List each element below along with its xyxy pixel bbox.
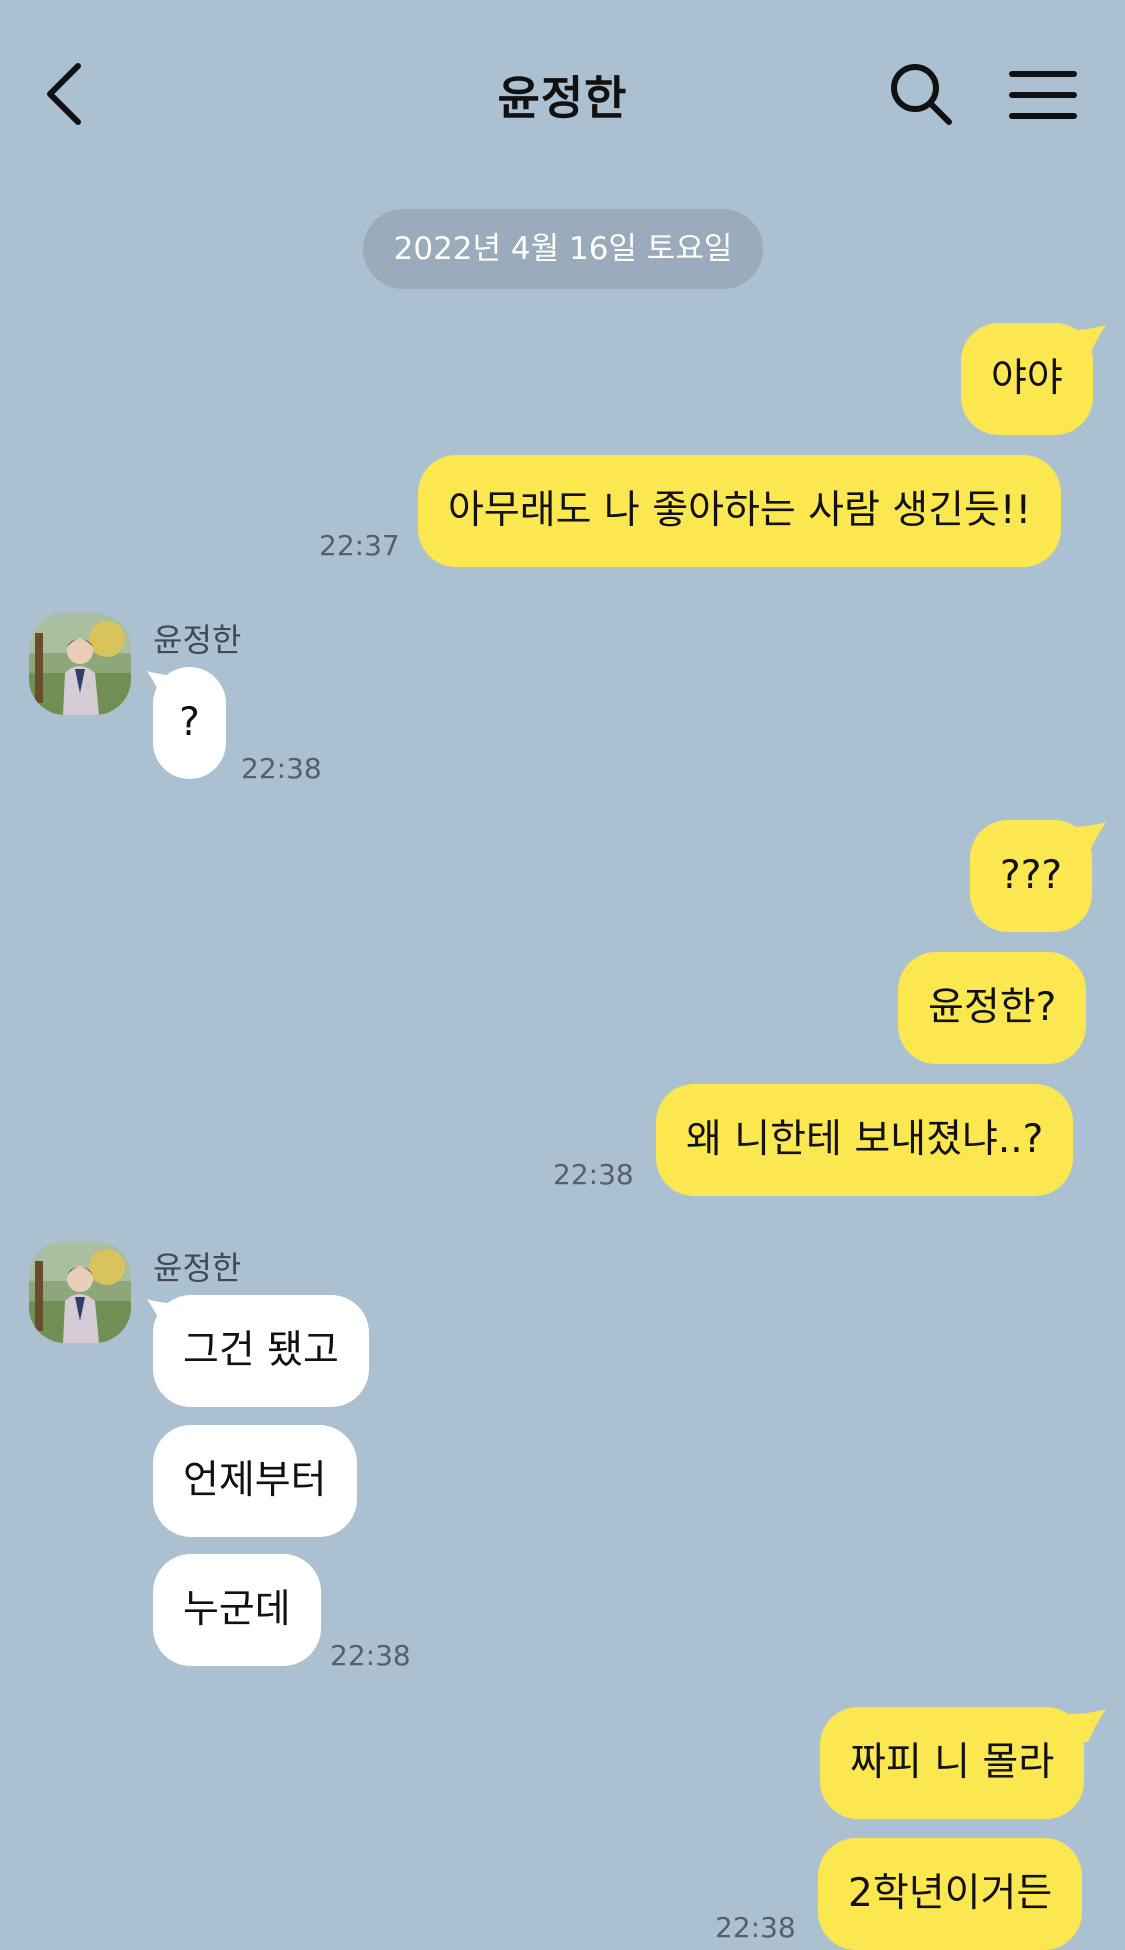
message-timestamp: 22:38 bbox=[715, 1911, 796, 1944]
menu-button[interactable] bbox=[1002, 60, 1082, 130]
message-timestamp: 22:38 bbox=[330, 1639, 411, 1672]
sent-message-bubble[interactable]: ??? bbox=[970, 820, 1093, 932]
sent-message-bubble[interactable]: 짜피 니 몰라 bbox=[820, 1707, 1085, 1819]
message-timestamp: 22:38 bbox=[241, 752, 322, 785]
sent-message-bubble[interactable]: 왜 니한테 보내졌냐..? bbox=[656, 1084, 1074, 1196]
received-message-bubble[interactable]: 그건 됐고 bbox=[153, 1295, 369, 1407]
search-button[interactable] bbox=[885, 58, 957, 130]
hamburger-menu-icon bbox=[1009, 71, 1077, 119]
sent-message-bubble[interactable]: 아무래도 나 좋아하는 사람 생긴듯!! bbox=[418, 455, 1062, 567]
message-timestamp: 22:37 bbox=[319, 529, 400, 562]
search-icon bbox=[891, 64, 952, 125]
sent-message-bubble[interactable]: 야야 bbox=[961, 323, 1093, 435]
contact-avatar[interactable] bbox=[29, 1241, 131, 1343]
message-timestamp: 22:38 bbox=[553, 1158, 634, 1191]
sender-name: 윤정한 bbox=[153, 1249, 242, 1287]
sent-message-bubble[interactable]: 2학년이거든 bbox=[818, 1838, 1083, 1950]
sent-message-bubble[interactable]: 윤정한? bbox=[898, 952, 1087, 1064]
received-message-bubble[interactable]: ? bbox=[153, 667, 226, 779]
contact-avatar[interactable] bbox=[29, 613, 131, 715]
received-message-bubble[interactable]: 누군데 bbox=[153, 1554, 321, 1666]
chat-header: 윤정한 bbox=[0, 0, 1125, 185]
received-message-bubble[interactable]: 언제부터 bbox=[153, 1425, 357, 1537]
sender-name: 윤정한 bbox=[153, 621, 242, 659]
date-divider: 2022년 4월 16일 토요일 bbox=[363, 209, 763, 289]
